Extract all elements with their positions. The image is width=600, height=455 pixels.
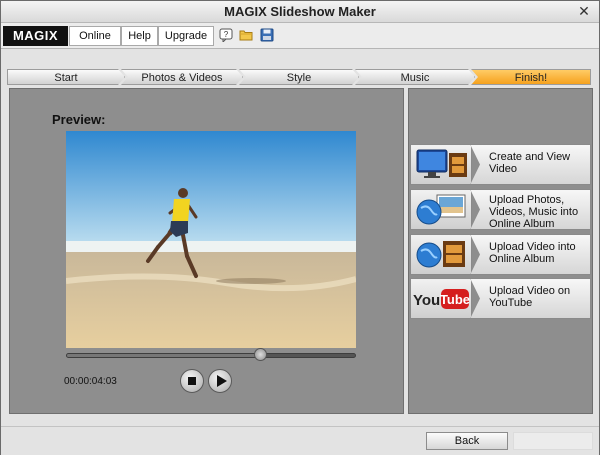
step-photos-videos[interactable]: Photos & Videos — [121, 69, 243, 85]
window-title: MAGIX Slideshow Maker — [224, 4, 376, 19]
export-actions-panel: Create and View Video Upload Photos, Vid… — [408, 88, 593, 414]
bottom-bar: Back — [1, 426, 599, 455]
action-label: Upload Video into Online Album — [489, 241, 576, 265]
action-icon-box — [410, 144, 472, 185]
play-button[interactable] — [208, 369, 232, 393]
magix-logo: MAGIX — [3, 26, 68, 46]
step-finish[interactable]: Finish! — [471, 69, 591, 85]
menu-help[interactable]: Help — [121, 26, 158, 46]
step-music[interactable]: Music — [355, 69, 475, 85]
menu-online[interactable]: Online — [69, 26, 121, 46]
upload-photos-videos-music-button[interactable]: Upload Photos, Videos, Music into Online… — [410, 189, 591, 230]
upload-video-youtube-button[interactable]: You Tube Upload Video on YouTube — [410, 278, 591, 319]
globe-film-icon — [416, 241, 465, 268]
stop-button[interactable] — [180, 369, 204, 393]
action-icon-box: You Tube — [410, 278, 472, 319]
action-label-box: Upload Video into Online Album — [470, 234, 591, 275]
menu-upgrade[interactable]: Upgrade — [158, 26, 214, 46]
next-button-disabled — [513, 432, 593, 450]
action-label-box: Create and View Video — [470, 144, 591, 185]
back-button[interactable]: Back — [426, 432, 508, 450]
action-label: Upload Photos, Videos, Music into Online… — [489, 194, 579, 230]
preview-label: Preview: — [52, 112, 106, 127]
seek-handle[interactable] — [253, 348, 267, 361]
monitor-film-icon — [416, 149, 467, 178]
seek-bar[interactable] — [66, 348, 356, 361]
action-label-box: Upload Photos, Videos, Music into Online… — [470, 189, 591, 230]
step-style[interactable]: Style — [239, 69, 359, 85]
wizard-steps: Start Photos & Videos Style Music Finish… — [7, 69, 591, 85]
menu-bar: MAGIX Online Help Upgrade ? — [1, 23, 599, 49]
title-bar: MAGIX Slideshow Maker ✕ — [1, 1, 599, 23]
create-view-video-button[interactable]: Create and View Video — [410, 144, 591, 185]
action-icon-box — [410, 189, 472, 230]
action-label-box: Upload Video on YouTube — [470, 278, 591, 319]
svg-text:?: ? — [224, 30, 229, 39]
upload-video-online-album-button[interactable]: Upload Video into Online Album — [410, 234, 591, 275]
globe-photos-icon — [416, 194, 466, 225]
save-disk-icon[interactable] — [260, 28, 274, 42]
step-start[interactable]: Start — [7, 69, 125, 85]
seek-progress — [67, 354, 260, 357]
help-bubble-icon[interactable]: ? — [219, 28, 233, 42]
preview-image — [66, 131, 356, 348]
folder-open-icon[interactable] — [239, 28, 253, 42]
close-icon[interactable]: ✕ — [575, 2, 593, 20]
app-window: MAGIX Slideshow Maker ✕ MAGIX Online Hel… — [0, 0, 600, 455]
youtube-logo-icon: You Tube — [413, 289, 470, 309]
action-label: Upload Video on YouTube — [489, 285, 571, 309]
svg-text:You: You — [413, 292, 440, 309]
playback-time: 00:00:04:03 — [64, 376, 117, 387]
action-icon-box — [410, 234, 472, 275]
action-label: Create and View Video — [489, 151, 571, 175]
svg-text:Tube: Tube — [440, 292, 470, 307]
stop-icon — [188, 377, 196, 385]
play-icon — [217, 375, 227, 387]
preview-panel: Preview: 00:00:04:03 — [9, 88, 404, 414]
